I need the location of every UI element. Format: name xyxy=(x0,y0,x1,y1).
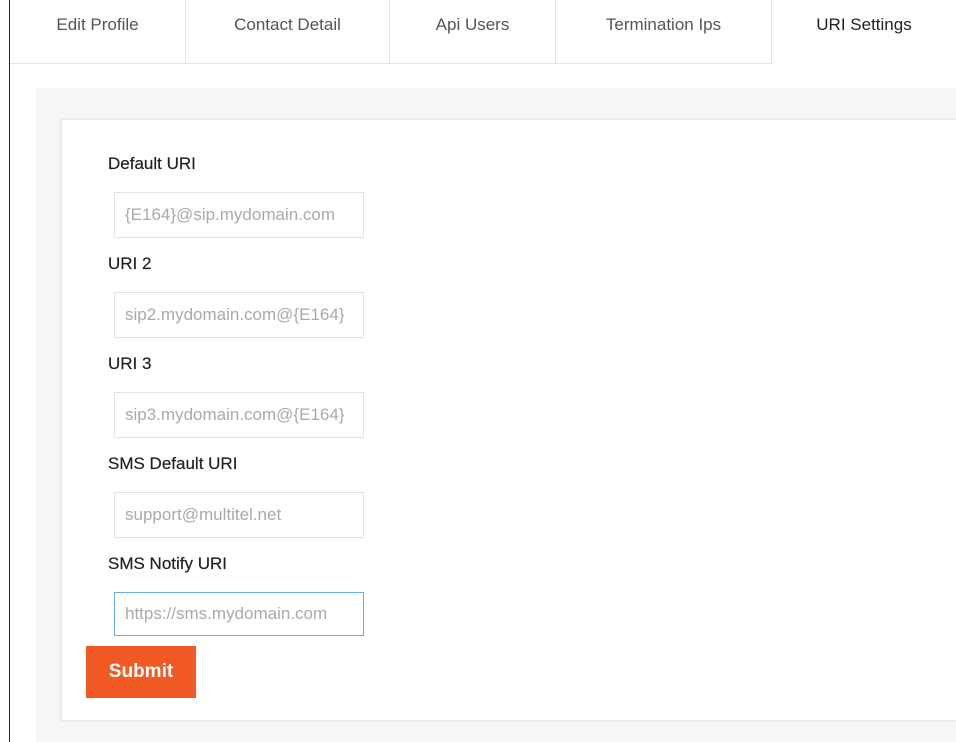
page: Edit Profile Contact Detail Api Users Te… xyxy=(0,0,956,742)
sms-notify-uri-input[interactable] xyxy=(114,592,364,636)
tab-edit-profile[interactable]: Edit Profile xyxy=(10,0,186,64)
tab-termination-ips[interactable]: Termination Ips xyxy=(556,0,772,64)
tab-uri-settings[interactable]: URI Settings xyxy=(772,0,956,65)
uri-2-label: URI 2 xyxy=(108,254,152,273)
sms-default-uri-label: SMS Default URI xyxy=(108,454,238,473)
uri-2-input[interactable] xyxy=(114,292,364,338)
uri-3-label: URI 3 xyxy=(108,354,152,373)
submit-button[interactable]: Submit xyxy=(86,646,196,698)
default-uri-input[interactable] xyxy=(114,192,364,238)
tab-api-users[interactable]: Api Users xyxy=(390,0,556,64)
window-edge xyxy=(9,0,10,742)
tab-contact-detail[interactable]: Contact Detail xyxy=(186,0,390,64)
tab-bar: Edit Profile Contact Detail Api Users Te… xyxy=(10,0,956,65)
sms-notify-uri-label: SMS Notify URI xyxy=(108,554,228,573)
sms-default-uri-input[interactable] xyxy=(114,492,364,538)
uri-3-input[interactable] xyxy=(114,392,364,438)
default-uri-label: Default URI xyxy=(108,154,196,173)
